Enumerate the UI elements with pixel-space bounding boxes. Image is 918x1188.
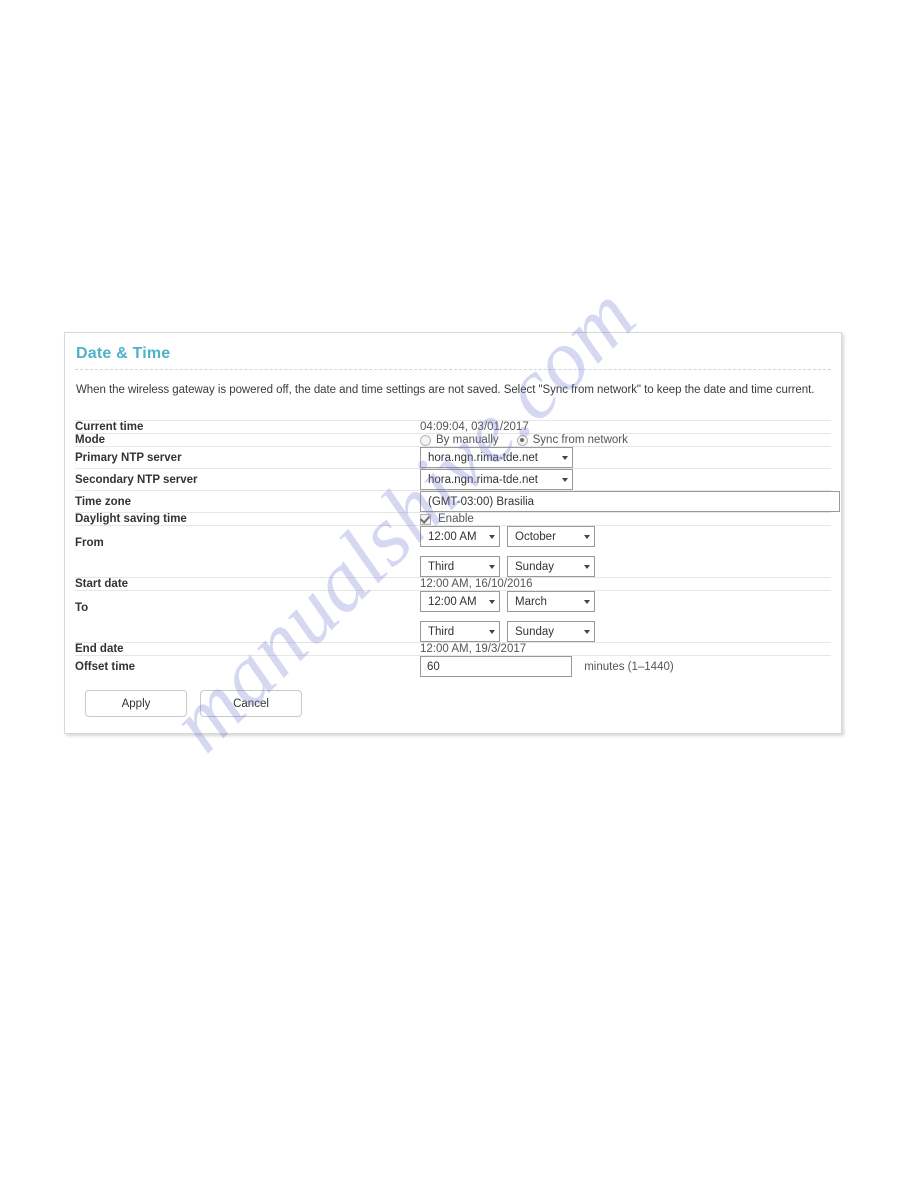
panel-footer: Apply Cancel (75, 677, 831, 733)
label-time-zone: Time zone (75, 495, 132, 508)
table-row-to: To 12:00 AM March Third Sunday (75, 590, 831, 643)
end-date-value: 12:00 AM, 19/3/2017 (420, 643, 527, 655)
chevron-down-icon (489, 564, 495, 569)
label-from: From (75, 537, 104, 549)
select-to-time-value: 12:00 AM (428, 595, 477, 608)
table-row-time-zone: Time zone (GMT-03:00) Brasilia (75, 490, 840, 513)
start-date-value: 12:00 AM, 16/10/2016 (420, 578, 533, 590)
chevron-down-icon (489, 599, 495, 604)
table-row-primary-ntp: Primary NTP server hora.ngn.rima-tde.net (75, 446, 831, 469)
chevron-down-icon (584, 629, 590, 634)
chevron-down-icon (562, 455, 568, 460)
chevron-down-icon (584, 599, 590, 604)
select-from-week-value: Third (428, 560, 455, 573)
chevron-down-icon (489, 629, 495, 634)
select-secondary-ntp-value: hora.ngn.rima-tde.net (428, 473, 538, 486)
chevron-down-icon (584, 564, 590, 569)
select-primary-ntp-server[interactable]: hora.ngn.rima-tde.net (420, 447, 573, 468)
value-cell-primary-ntp: hora.ngn.rima-tde.net (420, 447, 831, 469)
panel-description: When the wireless gateway is powered off… (76, 384, 815, 396)
select-from-time-value: 12:00 AM (428, 530, 477, 543)
value-cell-current-time: 04:09:04, 03/01/2017 (420, 421, 831, 434)
select-to-month-value: March (515, 595, 547, 608)
checkbox-daylight-saving-enable[interactable] (420, 513, 431, 525)
from-controls-line-2: Third Sunday (420, 556, 831, 577)
settings-table: Current time 04:09:04, 03/01/2017 Mode B… (75, 420, 840, 677)
select-to-day-value: Sunday (515, 625, 555, 638)
offset-time-hint: minutes (1–1440) (584, 660, 674, 673)
radio-label-sync-from-network: Sync from network (532, 434, 628, 446)
value-cell-offset-time: 60 minutes (1–1440) (420, 656, 831, 677)
table-row-from: From 12:00 AM October Third Sunday (75, 525, 831, 578)
select-time-zone-value: (GMT-03:00) Brasilia (428, 495, 535, 508)
label-daylight-saving: Daylight saving time (75, 513, 187, 525)
value-cell-from: 12:00 AM October Third Sunday (420, 526, 831, 578)
value-cell-start-date: 12:00 AM, 16/10/2016 (420, 578, 831, 591)
radio-by-manually[interactable]: By manually (420, 434, 499, 446)
select-from-day[interactable]: Sunday (507, 556, 595, 577)
radio-indicator-by-manually[interactable] (420, 434, 431, 446)
radio-sync-from-network[interactable]: Sync from network (516, 434, 628, 446)
table-row-secondary-ntp: Secondary NTP server hora.ngn.rima-tde.n… (75, 468, 831, 491)
value-cell-end-date: 12:00 AM, 19/3/2017 (420, 643, 831, 656)
from-controls-line-1: 12:00 AM October (420, 526, 831, 547)
select-time-zone[interactable]: (GMT-03:00) Brasilia (420, 491, 840, 512)
table-row-daylight-saving: Daylight saving time Enable (75, 512, 831, 526)
select-from-month[interactable]: October (507, 526, 595, 547)
apply-button[interactable]: Apply (85, 690, 187, 717)
select-to-month[interactable]: March (507, 591, 595, 612)
panel-inner: Date & Time When the wireless gateway is… (65, 333, 841, 733)
table-row-end-date: End date 12:00 AM, 19/3/2017 (75, 642, 831, 656)
label-offset-time: Offset time (75, 660, 136, 673)
table-row-start-date: Start date 12:00 AM, 16/10/2016 (75, 577, 831, 591)
select-primary-ntp-value: hora.ngn.rima-tde.net (428, 451, 538, 464)
select-from-time[interactable]: 12:00 AM (420, 526, 500, 547)
value-cell-mode: By manually Sync from network (420, 434, 831, 447)
label-mode: Mode (75, 434, 106, 446)
page-title: Date & Time (76, 345, 171, 362)
select-from-day-value: Sunday (515, 560, 555, 573)
table-row-offset-time: Offset time 60 minutes (1–1440) (75, 655, 831, 677)
select-from-month-value: October (515, 530, 556, 543)
label-primary-ntp: Primary NTP server (75, 451, 182, 464)
cancel-button[interactable]: Cancel (200, 690, 302, 717)
offset-time-input[interactable]: 60 (420, 656, 572, 677)
date-time-panel: Date & Time When the wireless gateway is… (64, 332, 842, 734)
radio-label-by-manually: By manually (436, 434, 499, 446)
chevron-down-icon (562, 477, 568, 482)
table-row-current-time: Current time 04:09:04, 03/01/2017 (75, 420, 831, 434)
label-end-date: End date (75, 643, 124, 655)
panel-header: Date & Time (75, 333, 831, 370)
select-to-week[interactable]: Third (420, 621, 500, 642)
select-to-time[interactable]: 12:00 AM (420, 591, 500, 612)
table-row-mode: Mode By manually Sync from network (75, 433, 831, 447)
value-cell-to: 12:00 AM March Third Sunday (420, 591, 831, 643)
mode-radio-group: By manually Sync from network (420, 434, 831, 446)
chevron-down-icon (489, 534, 495, 539)
label-current-time: Current time (75, 421, 144, 433)
select-to-day[interactable]: Sunday (507, 621, 595, 642)
select-from-week[interactable]: Third (420, 556, 500, 577)
to-controls-line-2: Third Sunday (420, 621, 831, 642)
current-time-value: 04:09:04, 03/01/2017 (420, 421, 529, 433)
value-cell-secondary-ntp: hora.ngn.rima-tde.net (420, 469, 831, 491)
value-cell-time-zone: (GMT-03:00) Brasilia (420, 491, 840, 513)
chevron-down-icon (584, 534, 590, 539)
label-start-date: Start date (75, 578, 129, 590)
value-cell-daylight-saving: Enable (420, 513, 831, 526)
daylight-saving-checkbox-group[interactable]: Enable (420, 513, 831, 525)
radio-indicator-sync-from-network[interactable] (516, 434, 528, 446)
select-secondary-ntp-server[interactable]: hora.ngn.rima-tde.net (420, 469, 573, 490)
to-controls-line-1: 12:00 AM March (420, 591, 831, 612)
select-to-week-value: Third (428, 625, 455, 638)
label-to: To (75, 602, 89, 614)
checkbox-label-enable: Enable (438, 513, 474, 525)
label-secondary-ntp: Secondary NTP server (75, 473, 198, 486)
